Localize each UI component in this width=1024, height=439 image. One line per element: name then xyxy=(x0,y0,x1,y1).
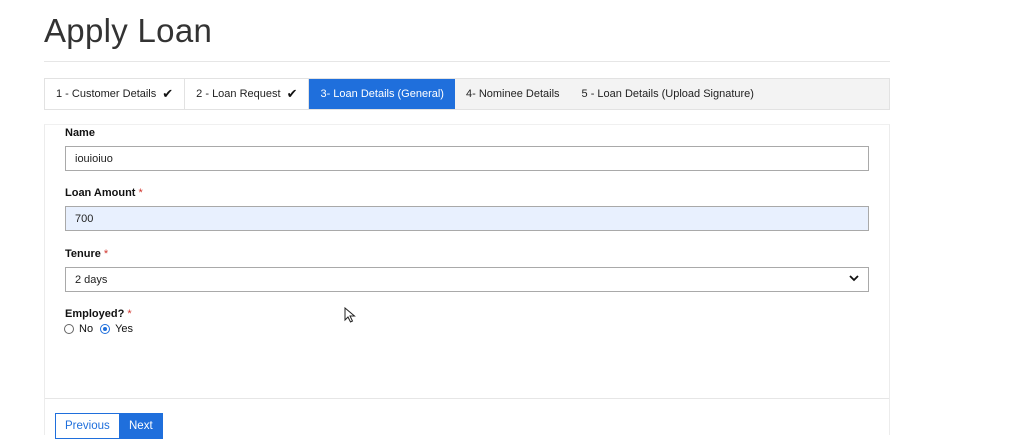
next-button[interactable]: Next xyxy=(119,413,163,439)
previous-button[interactable]: Previous xyxy=(55,413,120,439)
employed-label: Employed? * xyxy=(65,308,132,320)
wizard-steps: 1 - Customer Details ✔ 2 - Loan Request … xyxy=(44,78,890,110)
tab-label: 1 - Customer Details xyxy=(56,88,157,100)
tab-nominee-details[interactable]: 4- Nominee Details xyxy=(455,79,571,109)
tab-label: 3- Loan Details (General) xyxy=(320,88,444,100)
page-title: Apply Loan xyxy=(44,12,213,49)
tenure-select[interactable]: 2 days xyxy=(65,267,869,292)
tab-label: 2 - Loan Request xyxy=(196,88,281,100)
radio-no-label: No xyxy=(79,323,94,335)
required-mark: * xyxy=(103,248,109,260)
title-divider xyxy=(44,61,890,62)
employed-radio-group: No Yes xyxy=(64,323,133,335)
radio-yes-label: Yes xyxy=(115,323,134,335)
required-mark: * xyxy=(127,308,132,320)
mouse-cursor-icon xyxy=(344,306,356,328)
name-label: Name xyxy=(65,127,95,139)
tab-upload-signature[interactable]: 5 - Loan Details (Upload Signature) xyxy=(571,79,765,109)
required-mark: * xyxy=(138,187,143,199)
check-icon: ✔ xyxy=(162,86,174,101)
loan-amount-input[interactable] xyxy=(65,206,869,231)
tab-label: 4- Nominee Details xyxy=(465,88,560,100)
chevron-down-icon xyxy=(849,274,859,285)
footer-border-left xyxy=(44,398,45,435)
name-input[interactable] xyxy=(65,146,869,171)
radio-no[interactable] xyxy=(64,324,74,334)
radio-yes[interactable] xyxy=(100,324,111,334)
tenure-label: Tenure * xyxy=(65,248,109,260)
tab-loan-details-general[interactable]: 3- Loan Details (General) xyxy=(309,79,455,109)
tab-loan-request[interactable]: 2 - Loan Request ✔ xyxy=(185,79,310,109)
footer-divider xyxy=(44,398,890,399)
check-icon: ✔ xyxy=(286,86,298,101)
loan-amount-label: Loan Amount * xyxy=(65,187,143,199)
tenure-selected-value: 2 days xyxy=(75,273,108,286)
tab-customer-details[interactable]: 1 - Customer Details ✔ xyxy=(45,79,186,109)
tab-label: 5 - Loan Details (Upload Signature) xyxy=(581,88,754,100)
footer-border-right xyxy=(889,398,890,435)
